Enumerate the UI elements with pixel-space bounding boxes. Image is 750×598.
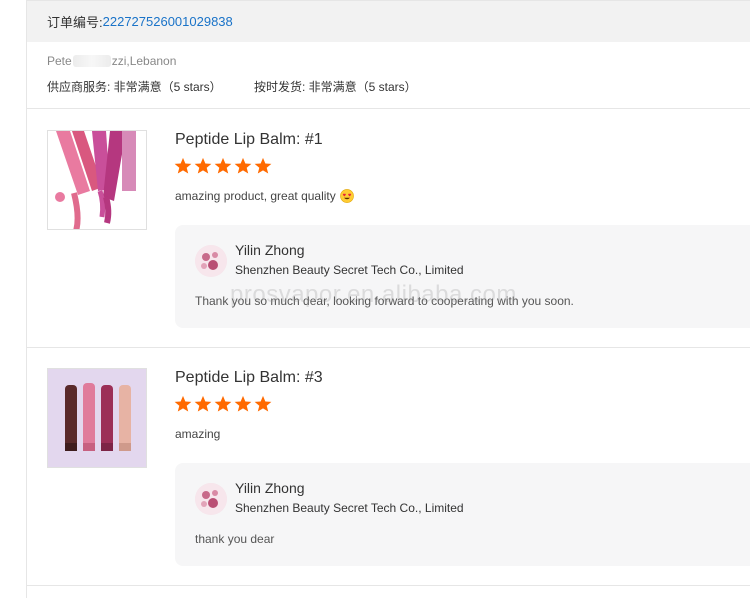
- review-text: amazing: [175, 426, 220, 442]
- product-thumbnail[interactable]: [47, 130, 147, 230]
- review-text-content: amazing product, great quality: [175, 189, 336, 203]
- supplier-service-rating: 供应商服务: 非常满意（5 stars）: [47, 79, 222, 94]
- order-header: 订单编号: 222727526001029838: [27, 0, 750, 42]
- supplier-reply: Yilin Zhong Shenzhen Beauty Secret Tech …: [175, 463, 750, 566]
- review-text-content: amazing: [175, 427, 221, 441]
- supplier-reply: Yilin Zhong Shenzhen Beauty Secret Tech …: [175, 225, 750, 328]
- buyer-name-end: zzi,Lebanon: [111, 54, 177, 68]
- order-number-link[interactable]: 222727526001029838: [103, 14, 233, 29]
- replier-company: Shenzhen Beauty Secret Tech Co., Limited: [235, 263, 464, 277]
- star-icon: [214, 395, 232, 412]
- lip-balm-image-1: [48, 131, 146, 229]
- star-icon: [194, 395, 212, 412]
- redacted-name-blur: [72, 55, 111, 67]
- replier-name: Yilin Zhong: [235, 480, 305, 496]
- buyer-name-start: Pete: [47, 54, 72, 68]
- product-title[interactable]: Peptide Lip Balm: #1: [175, 130, 323, 150]
- divider: [27, 585, 750, 586]
- replier-name: Yilin Zhong: [235, 242, 305, 258]
- review-text: amazing product, great quality: [175, 188, 354, 204]
- divider: [27, 347, 750, 348]
- star-icon: [194, 157, 212, 174]
- order-label: 订单编号:: [47, 15, 103, 30]
- avatar: [195, 483, 227, 515]
- lip-balm-image-3: [48, 369, 146, 467]
- star-icon: [214, 157, 232, 174]
- star-icon: [234, 157, 252, 174]
- reply-text: thank you dear: [195, 532, 275, 546]
- star-icon: [254, 395, 272, 412]
- review-item: Peptide Lip Balm: #1 amazing product, gr…: [47, 130, 750, 330]
- star-icon: [254, 157, 272, 174]
- star-icon: [174, 157, 192, 174]
- buyer-info: Pete zzi,Lebanon 供应商服务: 非常满意（5 stars） 按时…: [47, 53, 737, 94]
- product-star-rating: [174, 157, 272, 175]
- product-thumbnail[interactable]: [47, 368, 147, 468]
- heart-eyes-emoji-icon: [339, 189, 354, 203]
- star-icon: [234, 395, 252, 412]
- divider: [27, 108, 750, 109]
- replier-company: Shenzhen Beauty Secret Tech Co., Limited: [235, 501, 464, 515]
- buyer-name: Pete zzi,Lebanon: [47, 53, 737, 69]
- left-border: [26, 0, 27, 598]
- avatar: [195, 245, 227, 277]
- supplier-ratings: 供应商服务: 非常满意（5 stars） 按时发货: 非常满意（5 stars）: [47, 78, 737, 94]
- product-star-rating: [174, 395, 272, 413]
- reply-text: Thank you so much dear, looking forward …: [195, 294, 574, 308]
- star-icon: [174, 395, 192, 412]
- review-item: Peptide Lip Balm: #3 amazing Yilin Zhong…: [47, 368, 750, 568]
- product-title[interactable]: Peptide Lip Balm: #3: [175, 368, 323, 388]
- on-time-shipping-rating: 按时发货: 非常满意（5 stars）: [254, 79, 417, 94]
